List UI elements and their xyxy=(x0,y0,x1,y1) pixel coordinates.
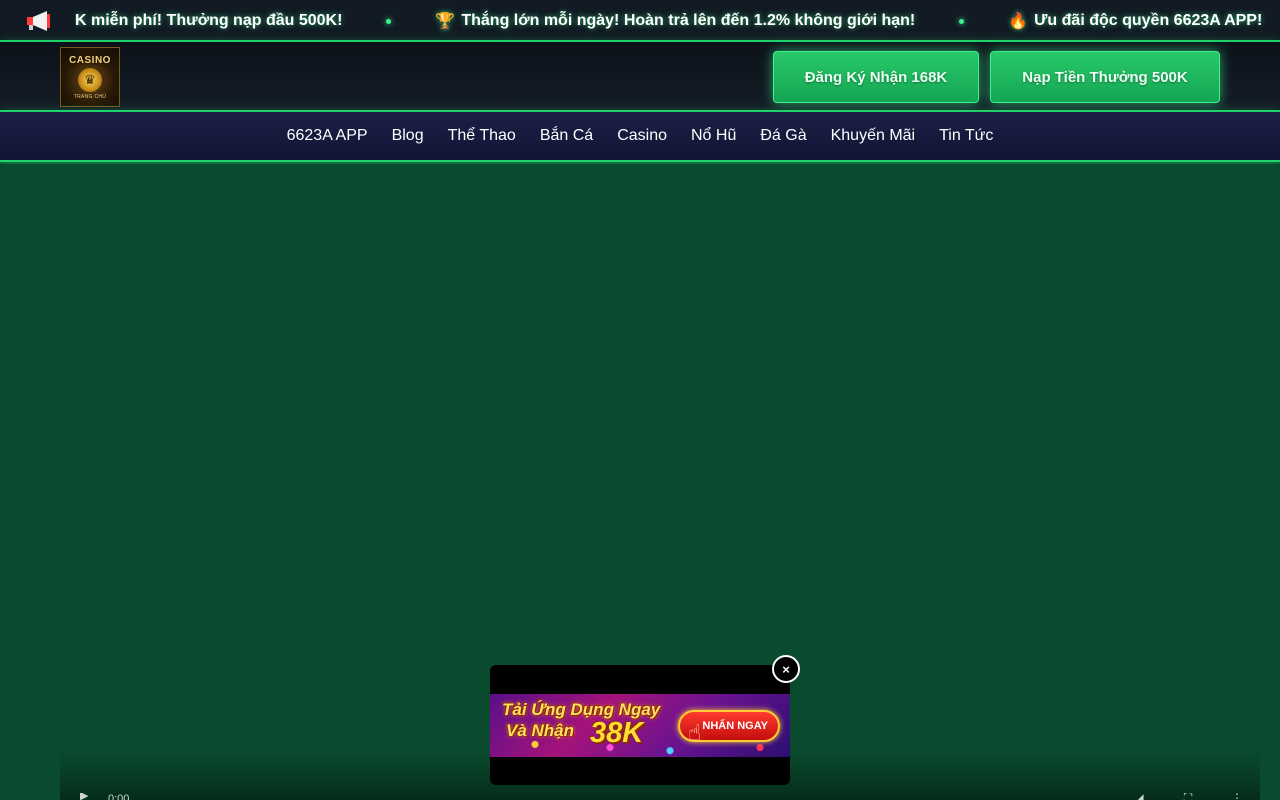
ticker-item-text: K miễn phí! Thưởng nạp đầu 500K! xyxy=(75,12,343,29)
nav-item-casino[interactable]: Casino xyxy=(617,127,667,145)
ticker-track: K miễn phí! Thưởng nạp đầu 500K! 🏆 Thắng… xyxy=(75,0,1280,40)
nav-item-app[interactable]: 6623A APP xyxy=(287,127,368,145)
site-logo[interactable]: CASINO ♛ TRANG CHỦ xyxy=(60,47,120,107)
main-nav: 6623A APP Blog Thể Thao Bắn Cá Casino Nổ… xyxy=(0,112,1280,162)
nav-item-cockfight[interactable]: Đá Gà xyxy=(760,127,806,145)
app-download-popup: Tải Ứng Dụng Ngay Và Nhận 38K NHẤN NGAY … xyxy=(490,665,790,785)
fullscreen-icon[interactable]: ⛶ xyxy=(1181,793,1195,800)
play-icon[interactable]: ▶ xyxy=(80,793,92,800)
nav-item-news[interactable]: Tin Tức xyxy=(939,127,993,145)
mute-icon[interactable]: ◢ xyxy=(1132,793,1146,800)
ticker-item: K miễn phí! Thưởng nạp đầu 500K! xyxy=(75,12,342,30)
popup-banner[interactable]: Tải Ứng Dụng Ngay Và Nhận 38K NHẤN NGAY … xyxy=(490,694,790,757)
ticker-item: 🏆 Thắng lớn mỗi ngày! Hoàn trả lên đến 1… xyxy=(435,11,915,31)
pointing-hand-icon: ☝ xyxy=(688,720,702,745)
banner-amount: 38K xyxy=(590,717,644,749)
logo-bottom-text: TRANG CHỦ xyxy=(73,93,107,100)
ticker-item-text: Ưu đãi độc quyền 6623A APP! xyxy=(1034,12,1263,29)
register-button[interactable]: Đăng Ký Nhận 168K xyxy=(773,51,979,103)
close-icon[interactable]: × xyxy=(772,655,800,683)
nav-item-sports[interactable]: Thể Thao xyxy=(448,127,516,145)
ticker-item: 🔥 Ưu đãi độc quyền 6623A APP! xyxy=(1008,11,1262,31)
nav-item-blog[interactable]: Blog xyxy=(392,127,424,145)
more-options-icon[interactable]: ⋮ xyxy=(1230,793,1244,800)
trophy-icon: 🏆 xyxy=(435,13,456,30)
ticker-separator xyxy=(959,18,965,24)
banner-subline: Và Nhận xyxy=(506,721,575,740)
ticker-item-text: Thắng lớn mỗi ngày! Hoàn trả lên đến 1.2… xyxy=(461,12,916,29)
video-time: 0:00 xyxy=(108,793,130,800)
nav-item-fishing[interactable]: Bắn Cá xyxy=(540,127,593,145)
nav-item-slots[interactable]: Nổ Hũ xyxy=(691,127,736,145)
site-header: CASINO ♛ TRANG CHỦ Đăng Ký Nhận 168K Nạp… xyxy=(0,42,1280,112)
fire-icon: 🔥 xyxy=(1008,13,1029,30)
megaphone-icon xyxy=(24,9,56,33)
logo-top-text: CASINO xyxy=(69,54,111,66)
crown-icon: ♛ xyxy=(78,67,102,92)
deposit-button[interactable]: Nạp Tiền Thưởng 500K xyxy=(990,51,1220,103)
announcement-ticker: K miễn phí! Thưởng nạp đầu 500K! 🏆 Thắng… xyxy=(0,0,1280,42)
ticker-separator xyxy=(386,18,392,24)
nav-item-promotions[interactable]: Khuyến Mãi xyxy=(831,127,916,145)
